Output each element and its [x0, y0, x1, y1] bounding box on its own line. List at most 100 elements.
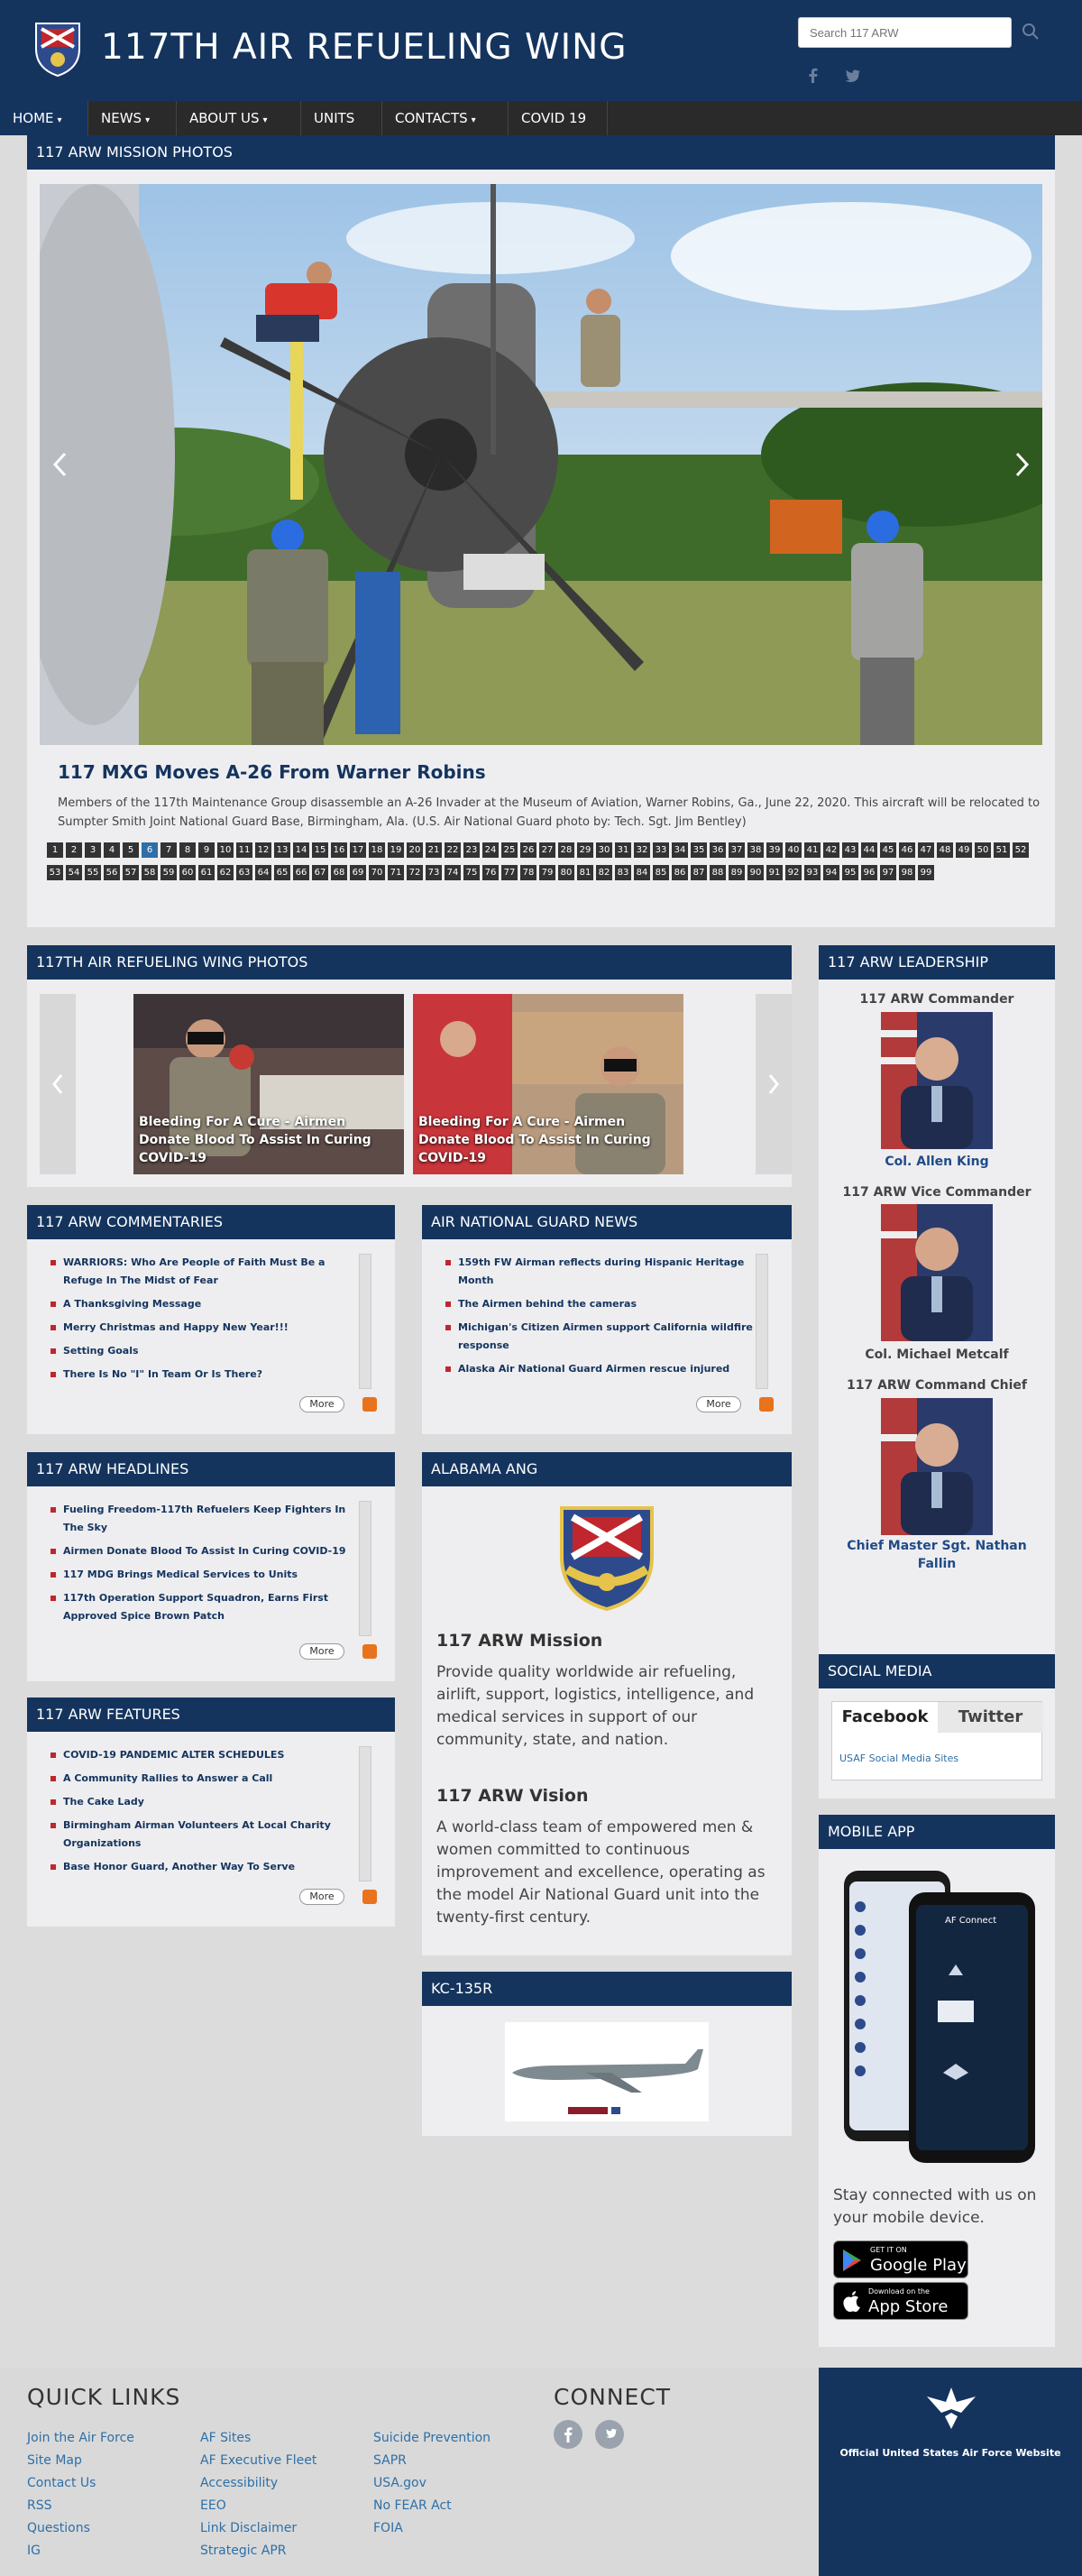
- gallery-prev-button[interactable]: [40, 994, 76, 1174]
- pager-dot[interactable]: 92: [785, 865, 802, 880]
- pager-dot[interactable]: 28: [558, 842, 574, 858]
- scrollbar[interactable]: [359, 1746, 371, 1881]
- pager-dot[interactable]: 87: [691, 865, 707, 880]
- list-item[interactable]: Airmen Donate Blood To Assist In Curing …: [40, 1542, 364, 1560]
- wing-emblem-icon[interactable]: [27, 18, 88, 79]
- pager-dot[interactable]: 21: [426, 842, 442, 858]
- pager-dot[interactable]: 23: [463, 842, 480, 858]
- pager-dot[interactable]: 66: [293, 865, 309, 880]
- search-icon[interactable]: [1022, 23, 1040, 41]
- pager-dot[interactable]: 7: [160, 842, 177, 858]
- leader-name[interactable]: Col. Allen King: [819, 1153, 1055, 1171]
- list-item[interactable]: The Cake Lady: [40, 1793, 364, 1811]
- scrollbar[interactable]: [359, 1501, 371, 1636]
- pager-dot[interactable]: 76: [482, 865, 499, 880]
- pager-dot[interactable]: 32: [634, 842, 650, 858]
- rss-icon[interactable]: [759, 1397, 774, 1412]
- pager-dot[interactable]: 38: [747, 842, 764, 858]
- af-website-block[interactable]: Official United States Air Force Website: [819, 2368, 1082, 2576]
- pager-dot[interactable]: 77: [501, 865, 518, 880]
- pager-dot[interactable]: 24: [482, 842, 499, 858]
- app-store-button[interactable]: Download on the App Store: [833, 2282, 968, 2320]
- leader-portrait[interactable]: [881, 1398, 993, 1535]
- site-title[interactable]: 117TH AIR REFUELING WING: [101, 27, 628, 68]
- pager-dot[interactable]: 97: [880, 865, 896, 880]
- search-input[interactable]: [798, 17, 1012, 48]
- pager-dot[interactable]: 52: [1013, 842, 1029, 858]
- leader-name[interactable]: Chief Master Sgt. Nathan Fallin: [837, 1537, 1037, 1573]
- list-item[interactable]: WARRIORS: Who Are People of Faith Must B…: [40, 1254, 364, 1290]
- pager-dot[interactable]: 79: [539, 865, 555, 880]
- social-link[interactable]: USAF Social Media Sites: [839, 1753, 958, 1764]
- pager-dot[interactable]: 1: [47, 842, 63, 858]
- pager-dot[interactable]: 3: [85, 842, 101, 858]
- rss-icon[interactable]: [362, 1890, 377, 1904]
- pager-dot[interactable]: 84: [634, 865, 650, 880]
- gallery-photo[interactable]: Bleeding For A Cure - Airmen Donate Bloo…: [133, 994, 404, 1174]
- footer-link[interactable]: SAPR: [373, 2453, 407, 2468]
- pager-dot[interactable]: 9: [198, 842, 215, 858]
- footer-link[interactable]: No FEAR Act: [373, 2498, 452, 2513]
- footer-link[interactable]: Site Map: [27, 2453, 82, 2468]
- pager-dot[interactable]: 96: [861, 865, 877, 880]
- nav-covid19[interactable]: COVID 19: [509, 101, 608, 135]
- more-button[interactable]: More: [299, 1396, 344, 1412]
- pager-dot[interactable]: 25: [501, 842, 518, 858]
- pager-dot[interactable]: 12: [255, 842, 271, 858]
- nav-contacts[interactable]: CONTACTS ▾: [382, 101, 509, 135]
- aircraft-image[interactable]: [505, 2022, 709, 2121]
- footer-link[interactable]: AF Executive Fleet: [200, 2453, 316, 2468]
- scrollbar[interactable]: [756, 1254, 768, 1389]
- nav-news[interactable]: NEWS ▾: [88, 101, 177, 135]
- pager-dot[interactable]: 11: [236, 842, 252, 858]
- pager-dot[interactable]: 95: [842, 865, 858, 880]
- pager-dot[interactable]: 6: [142, 842, 158, 858]
- facebook-icon[interactable]: [554, 2420, 582, 2449]
- pager-dot[interactable]: 54: [66, 865, 82, 880]
- footer-link[interactable]: Questions: [27, 2521, 90, 2535]
- pager-dot[interactable]: 99: [918, 865, 934, 880]
- pager-dot[interactable]: 44: [861, 842, 877, 858]
- pager-dot[interactable]: 20: [407, 842, 423, 858]
- pager-dot[interactable]: 72: [407, 865, 423, 880]
- pager-dot[interactable]: 85: [653, 865, 669, 880]
- pager-dot[interactable]: 45: [880, 842, 896, 858]
- pager-dot[interactable]: 80: [558, 865, 574, 880]
- pager-dot[interactable]: 17: [350, 842, 366, 858]
- nav-home[interactable]: HOME ▾: [0, 101, 88, 135]
- footer-link[interactable]: Suicide Prevention: [373, 2431, 491, 2445]
- pager-dot[interactable]: 34: [672, 842, 688, 858]
- pager-dot[interactable]: 93: [804, 865, 821, 880]
- pager-dot[interactable]: 83: [615, 865, 631, 880]
- pager-dot[interactable]: 51: [994, 842, 1010, 858]
- hero-photo[interactable]: [40, 184, 1042, 745]
- list-item[interactable]: Base Honor Guard, Another Way To Serve: [40, 1858, 364, 1876]
- carousel-next-button[interactable]: [1001, 184, 1042, 745]
- footer-link[interactable]: USA.gov: [373, 2476, 426, 2490]
- pager-dot[interactable]: 98: [899, 865, 915, 880]
- pager-dot[interactable]: 46: [899, 842, 915, 858]
- pager-dot[interactable]: 81: [577, 865, 593, 880]
- pager-dot[interactable]: 73: [426, 865, 442, 880]
- footer-link[interactable]: Link Disclaimer: [200, 2521, 297, 2535]
- pager-dot[interactable]: 48: [937, 842, 953, 858]
- list-item[interactable]: A Community Rallies to Answer a Call: [40, 1770, 364, 1788]
- pager-dot[interactable]: 67: [312, 865, 328, 880]
- pager-dot[interactable]: 82: [596, 865, 612, 880]
- pager-dot[interactable]: 27: [539, 842, 555, 858]
- pager-dot[interactable]: 65: [274, 865, 290, 880]
- pager-dot[interactable]: 4: [104, 842, 120, 858]
- tab-twitter[interactable]: Twitter: [938, 1702, 1043, 1733]
- leader-portrait[interactable]: [881, 1012, 993, 1149]
- pager-dot[interactable]: 26: [520, 842, 536, 858]
- list-item[interactable]: Fueling Freedom-117th Refuelers Keep Fig…: [40, 1501, 364, 1537]
- pager-dot[interactable]: 94: [823, 865, 839, 880]
- hero-title[interactable]: 117 MXG Moves A-26 From Warner Robins: [58, 761, 486, 783]
- pager-dot[interactable]: 13: [274, 842, 290, 858]
- leader-portrait[interactable]: [881, 1204, 993, 1341]
- pager-dot[interactable]: 57: [123, 865, 139, 880]
- footer-link[interactable]: IG: [27, 2544, 41, 2558]
- pager-dot[interactable]: 55: [85, 865, 101, 880]
- footer-link[interactable]: EEO: [200, 2498, 226, 2513]
- pager-dot[interactable]: 35: [691, 842, 707, 858]
